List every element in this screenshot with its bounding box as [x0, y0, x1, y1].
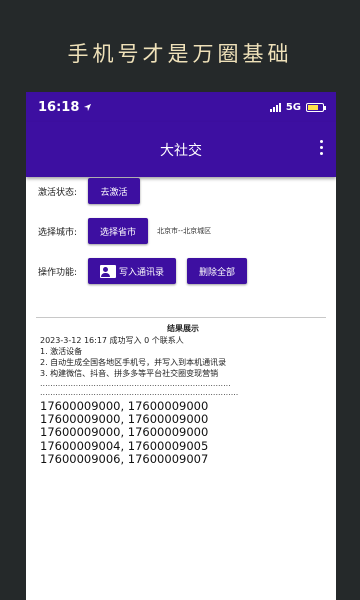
results-panel: 结果展示 2023-3-12 16:17 成功写入 0 个联系人 1. 激活设备… — [40, 323, 326, 466]
results-line: 1. 激活设备 — [40, 347, 83, 356]
status-indicators: 5G — [269, 101, 326, 113]
network-type: 5G — [285, 101, 301, 113]
select-city-button[interactable]: 选择省市 — [88, 218, 149, 244]
battery-icon — [306, 102, 326, 112]
results-title: 结果展示 — [167, 324, 199, 333]
write-contacts-button[interactable]: 写入通讯录 — [88, 258, 177, 284]
status-bar: 16:18 5G — [26, 92, 336, 122]
results-line: 2. 自动生成全国各地区手机号，并写入到本机通讯录 — [40, 358, 227, 367]
phone-screen: 16:18 5G 大社交 激活状态: 去激活 选择城市: 选择省市 北京市--北… — [26, 92, 336, 600]
delete-all-button-label: 删除全部 — [199, 267, 236, 278]
activate-button[interactable]: 去激活 — [88, 178, 141, 204]
phone-number-row: 17600009004, 17600009005 — [40, 438, 209, 453]
select-city-button-label: 选择省市 — [100, 227, 137, 238]
city-label: 选择城市: — [38, 227, 78, 238]
location-arrow-icon — [84, 103, 92, 111]
status-time: 16:18 — [38, 99, 80, 115]
selected-city: 北京市--北京城区 — [157, 227, 212, 235]
contact-card-icon — [100, 264, 117, 278]
phone-number-row: 17600009000, 17600009000 — [40, 425, 209, 440]
more-options-icon[interactable] — [318, 140, 324, 155]
results-dots: ........................................… — [40, 388, 239, 397]
phone-number-list: 17600009000, 17600009000 17600009000, 17… — [40, 399, 326, 466]
status-time-group: 16:18 — [38, 100, 92, 115]
signal-icon — [269, 102, 281, 112]
actions-row: 操作功能: 写入通讯录 删除全部 — [38, 258, 248, 284]
delete-all-button[interactable]: 删除全部 — [187, 258, 248, 284]
app-bar: 大社交 — [26, 122, 336, 177]
activation-row: 激活状态: 去激活 — [38, 178, 141, 204]
results-summary: 2023-3-12 16:17 成功写入 0 个联系人 — [40, 336, 184, 345]
activation-label: 激活状态: — [38, 187, 78, 198]
phone-number-row: 17600009006, 17600009007 — [40, 451, 209, 466]
actions-label: 操作功能: — [38, 267, 78, 278]
section-divider — [36, 317, 326, 318]
results-line: 3. 构建微信、抖音、拼多多等平台社交圈变现营销 — [40, 369, 219, 378]
app-title: 大社交 — [160, 142, 202, 159]
write-contacts-button-label: 写入通讯录 — [119, 267, 165, 278]
promo-headline: 手机号才是万圈基础 — [67, 42, 293, 66]
city-row: 选择城市: 选择省市 北京市--北京城区 — [38, 218, 211, 244]
results-dots: ........................................… — [40, 379, 231, 388]
activate-button-label: 去激活 — [100, 187, 128, 198]
